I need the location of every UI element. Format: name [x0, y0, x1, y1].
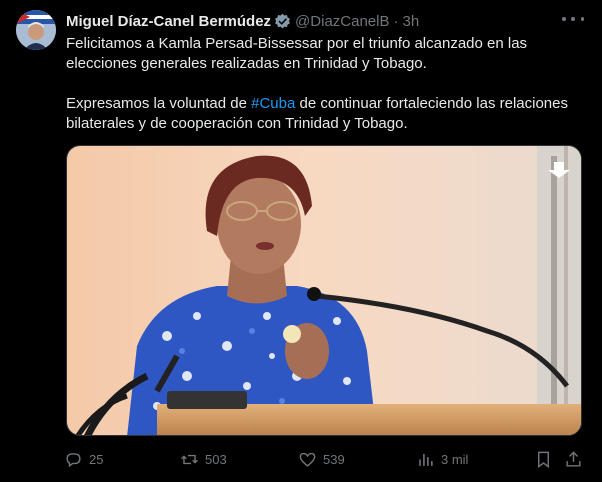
- retweet-count: 503: [205, 451, 227, 467]
- views-icon: [419, 453, 433, 466]
- views-button[interactable]: 3 mil: [416, 450, 468, 469]
- author-handle[interactable]: @DiazCanelB: [295, 13, 389, 30]
- heart-icon: [299, 452, 316, 467]
- retweet-button[interactable]: 503: [180, 450, 227, 469]
- verified-badge-icon: [275, 13, 290, 28]
- retweet-icon: [181, 454, 198, 464]
- tweet-time[interactable]: 3h: [402, 13, 419, 30]
- action-bar: 25 503 539 3 mil: [64, 448, 588, 470]
- reply-count: 25: [89, 451, 104, 467]
- like-count: 539: [323, 451, 345, 467]
- reply-icon: [66, 452, 81, 467]
- tweet-header: Miguel Díaz-Canel Bermúdez @DiazCanelB ·…: [66, 11, 586, 31]
- separator: ·: [393, 12, 399, 30]
- more-icon[interactable]: [562, 10, 584, 28]
- text-segment: Expresamos la voluntad de: [66, 95, 252, 112]
- bookmark-button[interactable]: [534, 450, 553, 469]
- share-icon: [566, 450, 581, 467]
- share-button[interactable]: [564, 450, 583, 469]
- avatar[interactable]: [16, 10, 56, 50]
- reply-button[interactable]: 25: [64, 450, 103, 469]
- tweet[interactable]: Miguel Díaz-Canel Bermúdez @DiazCanelB ·…: [0, 0, 602, 482]
- tweet-text: Felicitamos a Kamla Persad-Bissessar por…: [66, 34, 586, 134]
- views-count: 3 mil: [441, 451, 469, 467]
- hashtag-link[interactable]: #Cuba: [251, 95, 295, 112]
- like-button[interactable]: 539: [298, 450, 345, 469]
- tweet-paragraph-1: Felicitamos a Kamla Persad-Bissessar por…: [66, 35, 528, 72]
- tweet-photo[interactable]: [66, 145, 582, 436]
- bookmark-icon: [538, 451, 549, 468]
- tweet-paragraph-2: Expresamos la voluntad de #Cuba de conti…: [66, 95, 568, 132]
- author-name[interactable]: Miguel Díaz-Canel Bermúdez: [66, 13, 271, 30]
